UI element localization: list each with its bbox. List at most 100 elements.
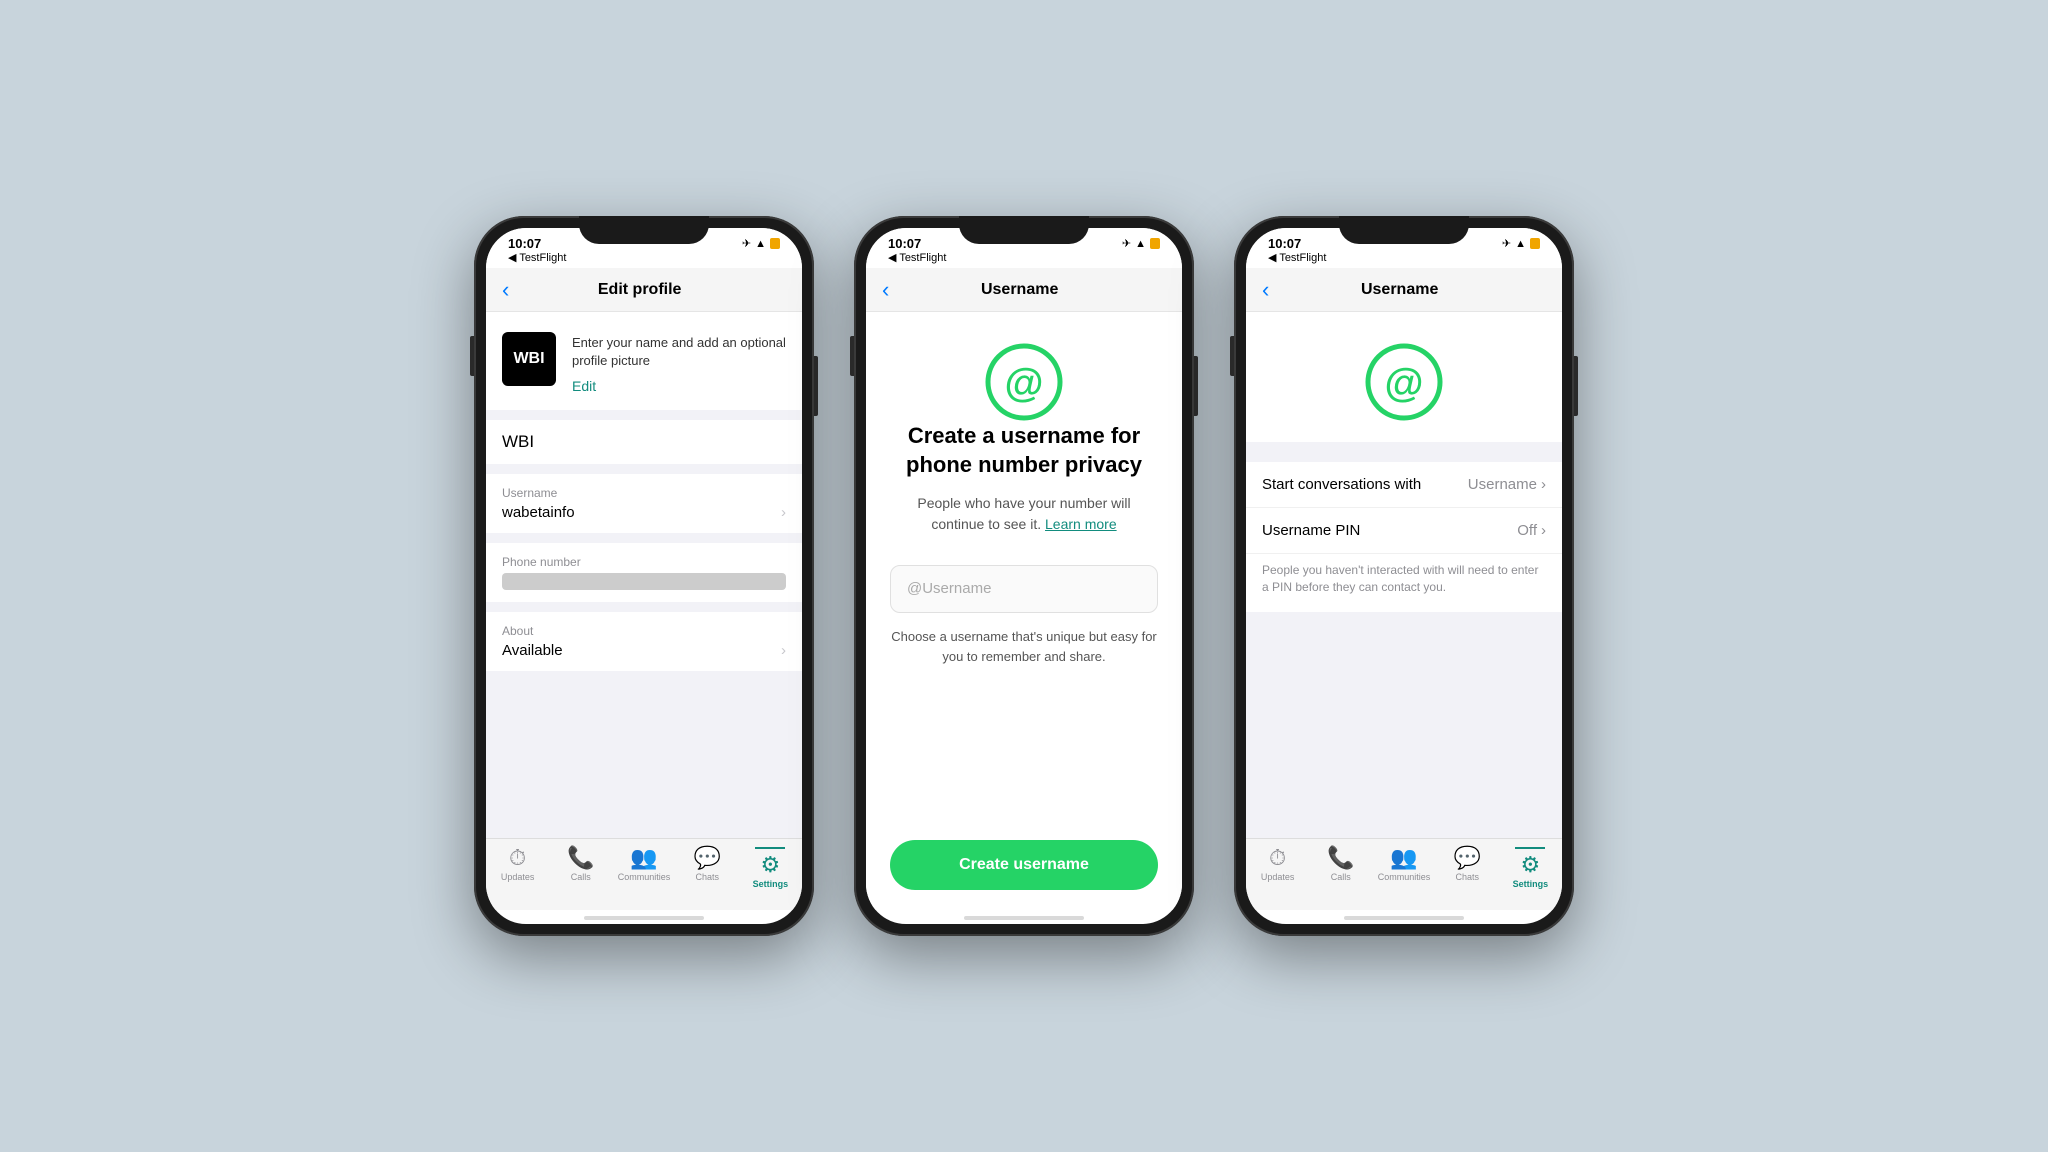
status-icons-2: ✈ ▲ ▬ [1122,237,1160,250]
back-button-3[interactable]: ‹ [1262,277,1269,303]
about-value-row: Available › [502,642,786,659]
chats-label-1: Chats [695,872,719,882]
phone-3: 10:07 ✈ ▲ ▬ ◀ TestFlight ‹ Username [1234,216,1574,936]
svg-text:@: @ [1004,361,1043,405]
testflight-row-1: ◀ TestFlight [486,251,802,268]
notch-3 [1339,216,1469,244]
phone-blurred: +1 ••• ••• •••• [502,573,786,590]
tab-bar-1: ⏱ Updates 📞 Calls 👥 Communities 💬 Chats [486,838,802,910]
start-conversations-value: Username › [1468,476,1546,493]
username-pin-note: People you haven't interacted with will … [1246,554,1562,612]
photo-instructions: Enter your name and add an optional prof… [572,332,786,370]
testflight-label-2: ◀ TestFlight [888,251,946,264]
settings-group: Start conversations with Username › User… [1246,462,1562,612]
status-icons-1: ✈ ▲ ▬ [742,237,780,250]
chats-icon-1: 💬 [694,847,721,869]
svg-text:@: @ [1384,361,1423,405]
updates-label-1: Updates [501,872,535,882]
photo-info: Enter your name and add an optional prof… [572,332,786,394]
nav-title-3: Username [1277,281,1522,299]
about-field[interactable]: About Available › [486,612,802,671]
testflight-label-3: ◀ TestFlight [1268,251,1326,264]
status-time-3: 10:07 [1268,236,1301,251]
about-label: About [502,624,786,638]
username-input-placeholder: @Username [907,580,991,597]
back-button-2[interactable]: ‹ [882,277,889,303]
username-pin-value: Off › [1517,522,1546,539]
settings-label-1: Settings [753,879,789,889]
phone-value-row: +1 ••• ••• •••• [502,573,786,590]
testflight-label-1: ◀ TestFlight [508,251,566,264]
calls-label-1: Calls [571,872,591,882]
home-indicator-2 [964,916,1084,920]
phone-inner-1: 10:07 ✈ ▲ ▬ ◀ TestFlight ‹ Edit profile [486,228,802,924]
wifi-icon-3: ▲ [1515,238,1526,250]
notch-2 [959,216,1089,244]
start-conversations-label: Start conversations with [1262,476,1421,493]
profile-photo-section: WBI Enter your name and add an optional … [486,312,802,410]
create-username-desc: People who have your number will continu… [890,493,1158,535]
phone-1: 10:07 ✈ ▲ ▬ ◀ TestFlight ‹ Edit profile [474,216,814,936]
airplane-icon-3: ✈ [1502,237,1511,250]
nav-title-2: Username [897,281,1142,299]
tab-communities-1[interactable]: 👥 Communities [612,847,675,882]
testflight-row-2: ◀ TestFlight [866,251,1182,268]
communities-label-3: Communities [1378,872,1431,882]
start-conversations-arrow: › [1541,476,1546,493]
create-username-title: Create a username for phone number priva… [890,422,1158,479]
battery-icon-2: ▬ [1150,238,1160,249]
at-icon: @ [984,342,1064,422]
start-conversations-row[interactable]: Start conversations with Username › [1246,462,1562,508]
tab-chats-3[interactable]: 💬 Chats [1436,847,1499,882]
back-button-1[interactable]: ‹ [502,277,509,303]
phone-label: Phone number [502,555,786,569]
phone-inner-2: 10:07 ✈ ▲ ▬ ◀ TestFlight ‹ Username [866,228,1182,924]
phone-field: Phone number +1 ••• ••• •••• [486,543,802,602]
username-value-row: wabetainfo › [502,504,786,521]
chats-icon-3: 💬 [1454,847,1481,869]
tab-updates-1[interactable]: ⏱ Updates [486,847,549,882]
username-at-section: @ [1246,312,1562,442]
tab-bar-3: ⏱ Updates 📞 Calls 👥 Communities 💬 Chats [1246,838,1562,910]
about-arrow: › [781,642,786,659]
tab-calls-3[interactable]: 📞 Calls [1309,847,1372,882]
create-username-button[interactable]: Create username [890,840,1158,890]
status-icons-3: ✈ ▲ ▬ [1502,237,1540,250]
wifi-icon-1: ▲ [755,238,766,250]
wifi-icon-2: ▲ [1135,238,1146,250]
updates-icon-1: ⏱ [509,847,526,869]
username-field-group: Username wabetainfo › [486,474,802,533]
tab-communities-3[interactable]: 👥 Communities [1372,847,1435,882]
screen-content-3: @ Start conversations with Username › Us… [1246,312,1562,838]
about-field-group: About Available › [486,612,802,671]
nav-bar-3: ‹ Username [1246,268,1562,312]
status-time-2: 10:07 [888,236,921,251]
tab-settings-1[interactable]: ⚙ Settings [739,847,802,889]
phone-inner-3: 10:07 ✈ ▲ ▬ ◀ TestFlight ‹ Username [1246,228,1562,924]
home-indicator-3 [1344,916,1464,920]
testflight-row-3: ◀ TestFlight [1246,251,1562,268]
settings-label-3: Settings [1513,879,1549,889]
phones-container: 10:07 ✈ ▲ ▬ ◀ TestFlight ‹ Edit profile [474,216,1574,936]
phone-2: 10:07 ✈ ▲ ▬ ◀ TestFlight ‹ Username [854,216,1194,936]
username-pin-label: Username PIN [1262,522,1360,539]
name-field[interactable]: WBI [486,420,802,464]
username-label: Username [502,486,786,500]
tab-chats-1[interactable]: 💬 Chats [676,847,739,882]
username-pin-row[interactable]: Username PIN Off › [1246,508,1562,554]
communities-icon-1: 👥 [630,847,657,869]
tab-settings-3[interactable]: ⚙ Settings [1499,847,1562,889]
username-field[interactable]: Username wabetainfo › [486,474,802,533]
notch-1 [579,216,709,244]
screen-content-1: WBI Enter your name and add an optional … [486,312,802,838]
edit-link[interactable]: Edit [572,378,786,394]
tab-updates-3[interactable]: ⏱ Updates [1246,847,1309,882]
settings-icon-1: ⚙ [761,854,781,876]
screen-content-2: @ Create a username for phone number pri… [866,312,1182,910]
avatar[interactable]: WBI [502,332,556,386]
settings-icon-3: ⚙ [1521,854,1541,876]
learn-more-link[interactable]: Learn more [1045,516,1117,532]
username-input-wrap[interactable]: @Username [890,565,1158,613]
tab-underline-1 [755,847,785,849]
tab-calls-1[interactable]: 📞 Calls [549,847,612,882]
